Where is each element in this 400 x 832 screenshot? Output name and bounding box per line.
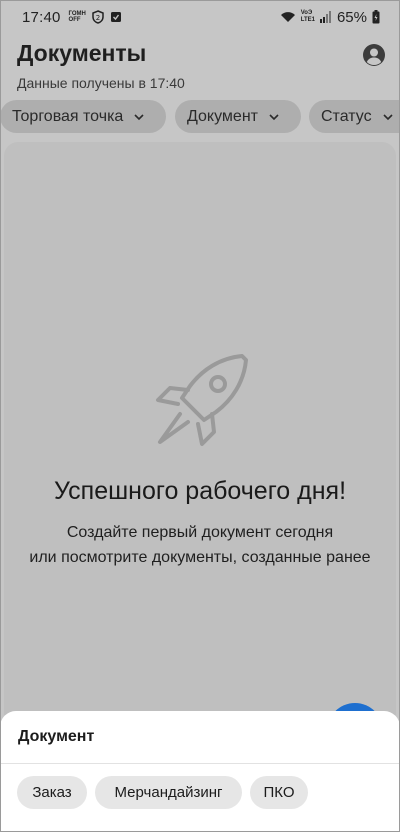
filter-chip-row: Торговая точка Документ Статус [0,100,400,134]
status-time: 17:40 [22,8,61,26]
filter-chip-label: Документ [187,107,258,125]
sheet-title: Документ [18,728,95,745]
status-mini-label: ГОМН OFF [69,11,86,23]
account-icon[interactable] [362,43,386,67]
empty-state-text: Создайте первый документ сегодня или пос… [0,520,400,570]
status-mini-line2: OFF [68,17,81,23]
option-chip-label: Заказ [32,784,72,801]
signal-icon [319,11,331,23]
option-chip-pko[interactable]: ПКО [250,776,308,809]
option-chip-order[interactable]: Заказ [17,776,87,809]
battery-percent: 65% [336,8,367,26]
rocket-icon [156,354,248,446]
option-chip-merchandising[interactable]: Мерчандайзинг [95,776,242,809]
empty-state-line2: или посмотрите документы, созданные ране… [29,549,371,566]
data-received-subtitle: Данные получены в 17:40 [17,75,185,91]
volte-label: VoЭ LTE1 [301,10,315,24]
empty-state-line1: Создайте первый документ сегодня [66,524,334,541]
option-chip-label: ПКО [263,784,295,801]
empty-state-title: Успешного рабочего дня! [53,477,347,505]
filter-chip-label: Статус [321,107,372,125]
chevron-down-icon [383,113,393,120]
filter-chip-status[interactable]: Статус [309,100,400,133]
battery-charging-icon [372,10,380,24]
document-type-sheet: Документ Заказ Мерчандайзинг ПКО [0,711,400,832]
filter-chip-label: Торговая точка [12,107,124,125]
page-title: Документы [17,40,147,66]
sheet-divider [0,763,400,764]
svg-text:2: 2 [96,14,100,22]
filter-chip-document[interactable]: Документ [175,100,301,133]
chevron-down-icon [269,113,279,120]
status-left-icons: ГОМН OFF 2 [69,10,122,24]
wifi-icon [280,12,295,22]
option-chip-label: Мерчандайзинг [114,784,223,801]
volte-line2: LTE1 [300,17,315,23]
chevron-down-icon [134,113,144,120]
download-check-icon [110,12,121,22]
volte-line1: VoЭ [300,10,313,16]
shield-icon: 2 [92,10,104,24]
filter-chip-outlet[interactable]: Торговая точка [0,100,166,133]
status-right-icons: VoЭ LTE1 65% [280,9,380,26]
status-bar: 17:40 ГОМН OFF 2 VoЭ LTE1 65% [0,0,400,34]
app-header: Документы Данные получены в 17:40 [0,38,400,96]
